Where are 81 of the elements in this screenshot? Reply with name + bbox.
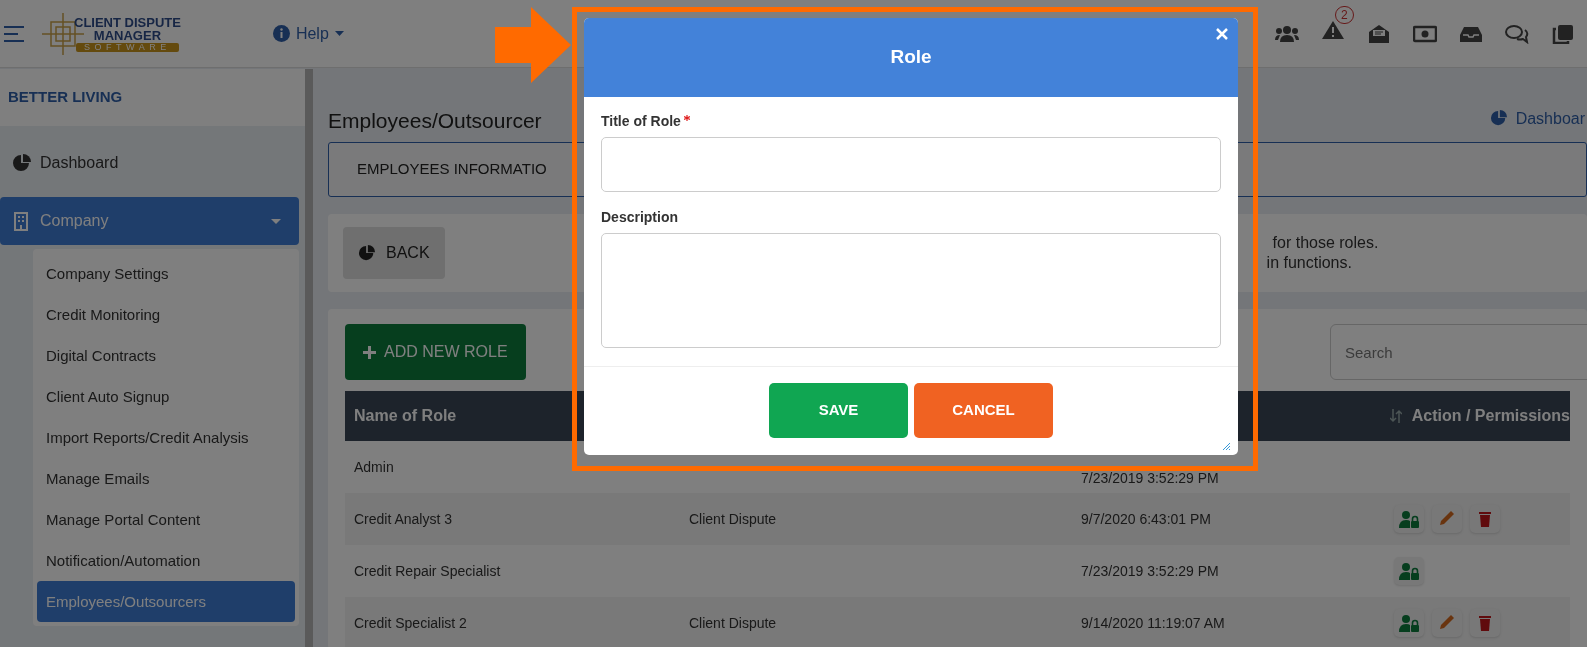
copy-button[interactable] bbox=[1551, 23, 1575, 44]
dashboard-link[interactable]: Dashboar bbox=[1489, 80, 1585, 131]
chat-button[interactable] bbox=[1505, 23, 1529, 44]
table-cell-text: Client Dispute bbox=[689, 509, 778, 529]
account-name: BETTER LIVING bbox=[8, 87, 123, 108]
logo-text: SOFTWARE bbox=[76, 42, 179, 52]
table-cell-text: Credit Specialist 2 bbox=[353, 613, 468, 633]
submenu-item[interactable]: Manage Emails bbox=[37, 458, 295, 499]
table-cell-text: Credit Analyst 3 bbox=[353, 509, 454, 529]
trash-button[interactable] bbox=[1470, 505, 1500, 533]
tab-label[interactable]: EMPLOYEES INFORMATIO bbox=[357, 158, 547, 181]
user-lock-icon bbox=[1399, 562, 1419, 580]
pencil-icon bbox=[1437, 510, 1457, 528]
field-label: Title of Role bbox=[601, 112, 681, 131]
submenu-item[interactable]: Credit Monitoring bbox=[37, 294, 295, 335]
search-field[interactable]: Search bbox=[1330, 324, 1587, 380]
pie-chart-icon bbox=[12, 153, 32, 173]
sort-icon bbox=[1389, 409, 1402, 423]
table-cell-text: Credit Repair Specialist bbox=[353, 561, 502, 581]
add-role-button[interactable]: ADD NEW ROLE bbox=[345, 324, 526, 380]
logo-text: MANAGER bbox=[93, 28, 162, 42]
group-button[interactable] bbox=[1275, 23, 1299, 44]
table-cell-text: 9/14/2020 11:19:07 AM bbox=[1081, 613, 1226, 633]
submenu-item[interactable]: Manage Portal Content bbox=[37, 499, 295, 540]
pie-chart-icon bbox=[358, 244, 376, 262]
cancel-button[interactable]: CANCEL bbox=[914, 383, 1053, 438]
submenu-item[interactable]: Employees/Outsourcers bbox=[37, 581, 295, 622]
user-lock-button[interactable] bbox=[1394, 609, 1424, 637]
caret-icon bbox=[334, 31, 344, 36]
money-icon bbox=[1413, 23, 1437, 44]
user-lock-button[interactable] bbox=[1394, 557, 1424, 585]
column-header[interactable]: Action / Permissions bbox=[1411, 404, 1570, 428]
chat-icon bbox=[1505, 23, 1529, 44]
close-button[interactable] bbox=[1216, 28, 1228, 40]
resize-grip-icon bbox=[1222, 442, 1230, 450]
save-button[interactable]: SAVE bbox=[769, 383, 908, 438]
warning-button[interactable] bbox=[1321, 20, 1345, 40]
group-icon bbox=[1275, 23, 1299, 44]
title-field[interactable] bbox=[601, 137, 1221, 192]
user-lock-button[interactable] bbox=[1394, 505, 1424, 533]
table-cell-text: 7/23/2019 3:52:29 PM bbox=[1081, 561, 1220, 581]
envelope-button[interactable] bbox=[1367, 23, 1391, 44]
user-lock-icon bbox=[1399, 510, 1419, 528]
description-field[interactable] bbox=[601, 233, 1221, 348]
table-cell-text: Client Dispute bbox=[689, 613, 778, 633]
warning-icon bbox=[1321, 20, 1345, 40]
column-header: Name of Role bbox=[353, 406, 457, 426]
sidebar-item[interactable]: Dashboard bbox=[0, 139, 299, 187]
info-text: for those roles. bbox=[1272, 233, 1379, 253]
menu-icon bbox=[4, 25, 24, 42]
submenu-item[interactable]: Digital Contracts bbox=[37, 335, 295, 376]
notification-badge: 2 bbox=[1335, 6, 1354, 24]
submenu-item[interactable]: Client Auto Signup bbox=[37, 376, 295, 417]
trash-button[interactable] bbox=[1470, 609, 1500, 637]
help-menu[interactable]: Help bbox=[272, 21, 344, 46]
page-title: Employees/Outsourcer bbox=[328, 107, 542, 134]
money-button[interactable] bbox=[1413, 23, 1437, 44]
field-label: Description bbox=[601, 208, 678, 227]
close-icon bbox=[1216, 28, 1228, 40]
pie-chart-icon bbox=[1489, 110, 1508, 127]
pencil-icon bbox=[1437, 614, 1457, 632]
submenu-item[interactable]: Notification/Automation bbox=[37, 540, 295, 581]
pencil-button[interactable] bbox=[1432, 505, 1462, 533]
envelope-icon bbox=[1367, 23, 1391, 44]
submenu-item[interactable]: Company Settings bbox=[37, 253, 295, 294]
table-cell-text: 7/23/2019 3:52:29 PM bbox=[1081, 469, 1220, 488]
caret-icon bbox=[271, 218, 281, 224]
user-lock-icon bbox=[1399, 614, 1419, 632]
table-cell-text: 9/7/2020 6:43:01 PM bbox=[1081, 509, 1212, 529]
pencil-button[interactable] bbox=[1432, 609, 1462, 637]
logo-text: CLIENT DISPUTE bbox=[74, 15, 181, 29]
submenu-item[interactable]: Import Reports/Credit Analysis bbox=[37, 417, 295, 458]
info-text: in functions. bbox=[1266, 253, 1353, 273]
back-button[interactable]: BACK bbox=[343, 227, 445, 279]
dialog-title: Role bbox=[890, 45, 932, 70]
table-cell-text: Admin bbox=[353, 457, 395, 477]
arrow-icon bbox=[495, 7, 571, 83]
plus-icon bbox=[363, 345, 376, 359]
copy-icon bbox=[1551, 23, 1575, 44]
sidebar-item[interactable]: Company bbox=[0, 197, 299, 245]
info-icon bbox=[272, 25, 290, 42]
